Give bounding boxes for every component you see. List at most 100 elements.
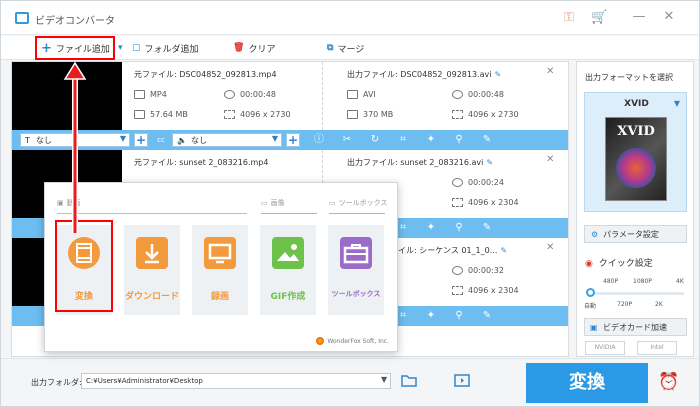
crop-icon[interactable]: ⌗: [396, 133, 410, 147]
effects-icon[interactable]: ✦: [424, 133, 438, 147]
effects-icon[interactable]: ✦: [424, 221, 438, 235]
clear-button[interactable]: 🗑 クリア: [233, 40, 275, 56]
output-format: AVI: [347, 90, 376, 99]
file-item[interactable]: 元ファイル: DSC04852_092813.mp4 MP4 00:00:48 …: [12, 62, 568, 130]
info-icon[interactable]: ⓘ: [312, 133, 326, 147]
audio-select[interactable]: 🔈 なし ▼: [172, 133, 282, 147]
open-folder-icon[interactable]: [401, 374, 417, 387]
watermark-icon[interactable]: ⚲: [452, 133, 466, 147]
chevron-down-icon[interactable]: ▼: [381, 375, 387, 384]
clock-icon: [452, 90, 463, 99]
resolution-icon: [452, 286, 463, 295]
size-icon: [134, 110, 145, 119]
key-icon[interactable]: ⚿: [561, 10, 577, 26]
chip-icon: ▣: [590, 322, 598, 332]
gpu-acceleration-button[interactable]: ▣ ビデオカード加速: [584, 318, 687, 336]
chevron-down-icon: ▼: [271, 134, 278, 143]
section-video: ▣ 動画: [57, 199, 81, 207]
remove-item-icon[interactable]: ✕: [546, 66, 554, 77]
edit-name-icon[interactable]: ✎: [486, 158, 493, 167]
app-title: ビデオコンバータ: [35, 16, 115, 27]
quick-label-2k: 2K: [655, 301, 663, 308]
output-duration: 00:00:48: [452, 90, 504, 99]
cc-icon[interactable]: cc: [154, 133, 168, 147]
feature-popup: ▣ 動画 ▭ 画像 ▭ ツールボックス 変換 ダウンロード 録画 GIF作成 ツ…: [44, 182, 398, 352]
convert-tile-highlight: [55, 220, 113, 312]
minimize-button[interactable]: —: [631, 9, 647, 25]
scissors-icon[interactable]: ✂: [340, 133, 354, 147]
output-size: 370 MB: [347, 110, 393, 119]
section-underline: [261, 213, 317, 214]
remove-item-icon[interactable]: ✕: [546, 242, 554, 253]
tile-download-label: ダウンロード: [124, 292, 179, 302]
add-subtitle-button[interactable]: +: [134, 133, 148, 147]
output-duration: 00:00:24: [452, 178, 504, 187]
edit-icon[interactable]: ✎: [480, 309, 494, 323]
toolbox-section-icon: ▭: [329, 199, 336, 207]
format-selector[interactable]: XVID ▼ XVID: [584, 92, 687, 212]
add-folder-button[interactable]: ▢ フォルダ追加: [132, 40, 199, 56]
output-folder-input[interactable]: C:¥Users¥Administrator¥Desktop: [81, 373, 391, 389]
target-icon: ◉: [585, 259, 593, 269]
watermark-icon[interactable]: ⚲: [452, 221, 466, 235]
quick-slider-track[interactable]: [589, 292, 684, 295]
source-duration: 00:00:48: [224, 90, 276, 99]
source-file-name: 元ファイル: sunset 2_083216.mp4: [134, 158, 269, 167]
intel-badge: Intel: [637, 341, 677, 355]
edit-name-icon[interactable]: ✎: [500, 246, 507, 255]
size-icon: [347, 110, 358, 119]
source-size: 57.64 MB: [134, 110, 188, 119]
output-resolution: 4096 x 2730: [452, 110, 519, 119]
merge-button[interactable]: ⧉ マージ: [327, 40, 364, 56]
cart-icon[interactable]: 🛒: [591, 10, 607, 26]
download-icon: [136, 237, 168, 269]
add-file-dropdown[interactable]: ▾: [118, 40, 123, 56]
tile-record-label: 録画: [210, 292, 229, 302]
sliders-icon: ⚙: [591, 229, 599, 239]
edit-name-icon[interactable]: ✎: [494, 70, 501, 79]
tile-download[interactable]: ダウンロード: [124, 225, 180, 315]
output-file-name[interactable]: 出力ファイル: DSC04852_092813.avi ✎: [347, 69, 501, 80]
quick-slider-knob[interactable]: [586, 288, 595, 297]
tile-toolbox[interactable]: ツールボックス: [328, 225, 384, 315]
add-audio-button[interactable]: +: [286, 133, 300, 147]
tile-record[interactable]: 録画: [192, 225, 248, 315]
edit-icon[interactable]: ✎: [480, 221, 494, 235]
output-file-name[interactable]: 出力ファイル: sunset 2_083216.avi ✎: [347, 157, 493, 168]
output-duration: 00:00:32: [452, 266, 504, 275]
quick-label-480p: 480P: [603, 278, 619, 285]
trash-icon: 🗑: [233, 43, 245, 53]
edit-icon[interactable]: ✎: [480, 133, 494, 147]
subtitle-select[interactable]: T なし ▼: [20, 133, 130, 147]
crop-icon[interactable]: ⌗: [396, 221, 410, 235]
quick-label-720p: 720P: [617, 301, 633, 308]
audio-icon: 🔈: [177, 135, 187, 145]
parameter-settings-button[interactable]: ⚙ パラメータ設定: [584, 225, 687, 243]
output-folder-icon[interactable]: [454, 374, 470, 387]
rotate-icon[interactable]: ↻: [368, 133, 382, 147]
folder-icon: ▢: [132, 43, 141, 53]
edit-bar: T なし ▼ + cc 🔈 なし ▼ + ⓘ ✂ ↻ ⌗ ✦ ⚲ ✎: [12, 130, 568, 150]
remove-item-icon[interactable]: ✕: [546, 154, 554, 165]
output-resolution: 4096 x 2304: [452, 286, 519, 295]
output-format-panel: 出力フォーマットを選択 XVID ▼ XVID ⚙ パラメータ設定 ◉ クイック…: [576, 61, 694, 357]
resolution-icon: [452, 110, 463, 119]
gif-image-icon: [272, 237, 304, 269]
alarm-clock-icon[interactable]: ⏰: [658, 372, 679, 392]
tile-gif[interactable]: GIF作成: [260, 225, 316, 315]
output-file-name[interactable]: イル: シーケンス 01_1_0... ✎: [398, 245, 507, 256]
resolution-icon: [452, 198, 463, 207]
clock-icon: [452, 178, 463, 187]
close-button[interactable]: ✕: [661, 9, 677, 25]
wonderfox-logo-icon: [316, 337, 325, 345]
effects-icon[interactable]: ✦: [424, 309, 438, 323]
quick-label-1080p: 1080P: [633, 278, 652, 285]
crop-icon[interactable]: ⌗: [396, 309, 410, 323]
convert-button[interactable]: 変換: [526, 363, 648, 403]
tile-gif-label: GIF作成: [270, 292, 306, 302]
output-resolution: 4096 x 2304: [452, 198, 519, 207]
video-thumbnail: [12, 62, 122, 130]
clear-label: クリア: [248, 44, 276, 55]
clock-icon: [452, 266, 463, 275]
watermark-icon[interactable]: ⚲: [452, 309, 466, 323]
